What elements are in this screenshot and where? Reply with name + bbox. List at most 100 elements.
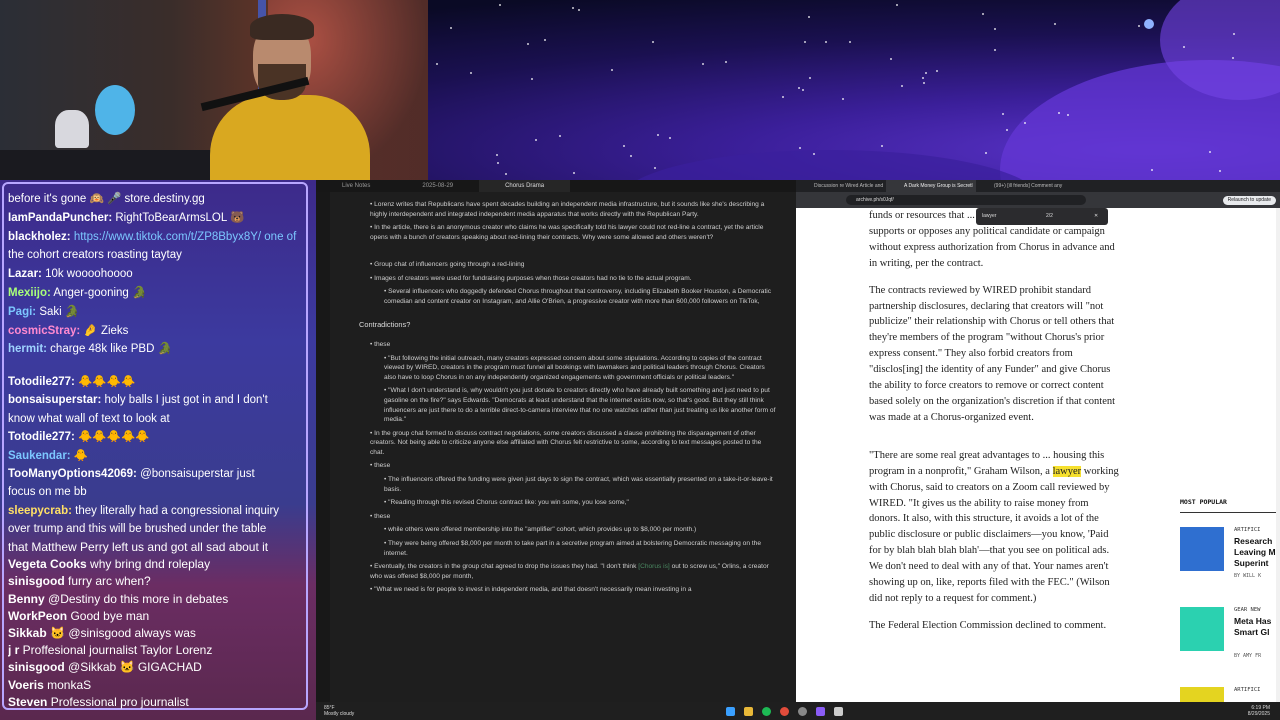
chat-text: Professional pro journalist — [47, 694, 189, 709]
app-icon[interactable] — [834, 707, 843, 716]
chat-message: WorkPeon Good bye man — [8, 607, 310, 625]
note-bullet — [356, 246, 776, 256]
chat-username[interactable]: Voeris — [8, 678, 44, 692]
star-dot — [559, 135, 562, 138]
chat-username[interactable]: sinisgood — [8, 574, 65, 588]
chat-username[interactable]: bonsaisuperstar: — [8, 394, 101, 406]
popular-item[interactable]: ARTIFICI — [1180, 683, 1280, 702]
popular-title: Meta Has Smart Gl — [1234, 616, 1272, 637]
chat-username[interactable]: Totodile277: — [8, 431, 75, 443]
tab-chorus-drama[interactable]: Chorus Drama — [479, 180, 571, 192]
obs-icon[interactable] — [798, 707, 807, 716]
chat-text: holy balls I just got in and I don't — [101, 394, 268, 407]
chat-message: sinisgood @Sikkab 🐱 GIGACHAD — [8, 658, 310, 676]
browser-window: Discussion re Wired Article and A Dark M… — [796, 180, 1280, 702]
note-bullet: • while others were offered membership i… — [384, 526, 697, 534]
chat-username[interactable]: TooManyOptions42069: — [8, 468, 137, 480]
address-bar[interactable]: archive.ph/s0Jqf/ — [846, 195, 1086, 205]
tab-live-notes[interactable]: Live Notes — [316, 180, 396, 192]
browser-tab-active[interactable]: A Dark Money Group is Secretl — [886, 180, 976, 192]
chat-username[interactable]: sleepycrab: — [8, 505, 72, 517]
scrollbar[interactable] — [1276, 208, 1280, 702]
chat-message: Vegeta Cooks why bring dnd roleplay — [8, 555, 310, 573]
popular-category: ARTIFICI — [1234, 527, 1261, 533]
star-dot — [1218, 169, 1221, 172]
chat-text: Good bye man — [67, 608, 150, 623]
chat-username[interactable]: j r — [8, 643, 19, 657]
note-bullet: • Several influencers who doggedly defen… — [384, 288, 772, 305]
chat-username[interactable]: Benny — [8, 592, 45, 606]
browser-tab[interactable]: (99+) [ill friends] Comment any — [976, 180, 1066, 192]
chat-username[interactable]: cosmicStray: — [8, 325, 80, 337]
clock-date: 8/29/2025 — [1247, 711, 1270, 717]
chat-username[interactable]: Steven — [8, 695, 47, 709]
star-dot — [498, 3, 501, 6]
chat-text: @bonsaisuperstar just — [136, 468, 255, 480]
note-heading: Contradictions? — [359, 320, 411, 330]
article-paragraph: The contracts reviewed by WIRED prohibit… — [869, 284, 1116, 423]
find-input[interactable]: lawyer — [982, 213, 996, 219]
note-bullet: • these — [370, 340, 391, 348]
find-count: 2/2 — [1046, 213, 1053, 219]
chat-username[interactable]: WorkPeon — [8, 609, 67, 623]
popular-item[interactable]: ARTIFICI Research Leaving M Superint BY WI… — [1180, 523, 1280, 593]
note-bullet: • "But following the initial outreach, m… — [384, 354, 765, 381]
close-icon[interactable]: ✕ — [1094, 208, 1098, 225]
star-dot — [701, 62, 704, 65]
relaunch-button[interactable]: Relaunch to update — [1222, 195, 1276, 205]
chat-username[interactable]: Pagi: — [8, 306, 36, 318]
tab-date-note[interactable]: 2025-08-29 — [396, 180, 479, 192]
system-clock[interactable]: 6:19 PM 8/29/2025 — [1248, 705, 1270, 717]
chat-message: TooManyOptions42069: @bonsaisuperstar ju… — [8, 465, 310, 483]
star-dot — [936, 70, 939, 73]
star-dot — [1138, 25, 1141, 28]
chat-username[interactable]: blackholez: — [8, 231, 71, 243]
weather-widget[interactable]: 85°F Mostly cloudy — [324, 705, 354, 717]
chat-text: before it's gone 🙉 🎤 store.destiny.gg — [8, 193, 205, 205]
note-bullet: • these — [370, 512, 391, 520]
chat-username[interactable]: Vegeta Cooks — [8, 557, 87, 571]
note-bullet: • They were being offered $8,000 per mon… — [384, 540, 762, 557]
chat-username[interactable]: Mexiijo: — [8, 287, 51, 299]
star-dot — [495, 153, 498, 156]
chat-username[interactable]: hermit: — [8, 343, 47, 355]
chat-message: Benny @Destiny do this more in debates — [8, 590, 310, 608]
note-content[interactable]: • Lorenz writes that Republicans have sp… — [356, 200, 776, 599]
chat-message: Mexiijo: Anger-gooning 🐊 — [8, 284, 310, 302]
chat-text: 🐥 — [70, 449, 89, 462]
chat-username[interactable]: sinisgood — [8, 660, 65, 674]
windows-start-icon[interactable] — [726, 707, 735, 716]
chat-text: 🐥🐥🐥🐥 — [74, 376, 136, 388]
star-dot — [813, 152, 816, 155]
browser-tab[interactable]: Discussion re Wired Article and — [796, 180, 886, 192]
star-dot — [1208, 150, 1211, 153]
note-bullet: • The influencers offered the funding we… — [384, 476, 773, 493]
star-dot — [725, 61, 728, 64]
note-bullet: • Lorenz writes that Republicans have sp… — [370, 201, 765, 218]
obsidian-icon[interactable] — [816, 707, 825, 716]
chat-text: furry arc when? — [64, 574, 151, 589]
star-dot — [889, 57, 892, 60]
star-dot — [623, 145, 626, 148]
chat-username[interactable]: Sikkab — [8, 626, 47, 640]
chat-text[interactable]: https://www.tiktok.com/t/ZP8Bbyx8Y/ one … — [71, 231, 296, 243]
star-dot — [841, 98, 844, 101]
chrome-icon[interactable] — [780, 707, 789, 716]
find-bar[interactable]: lawyer 2/2 ✕ — [976, 208, 1108, 225]
note-bullet: • Group chat of influencers going throug… — [370, 260, 525, 268]
star-dot — [654, 167, 657, 170]
file-explorer-icon[interactable] — [744, 707, 753, 716]
spotify-icon[interactable] — [762, 707, 771, 716]
chat-username[interactable]: Lazar: — [8, 268, 42, 280]
note-link[interactable]: [Chorus is] — [638, 563, 670, 570]
chat-text: why bring dnd roleplay — [86, 557, 211, 572]
popular-item[interactable]: GEAR NEW Meta Has Smart Gl BY AMY FR — [1180, 603, 1280, 673]
chat-username[interactable]: Saukendar: — [8, 450, 71, 462]
chat-message: bonsaisuperstar: holy balls I just got i… — [8, 391, 310, 409]
chat-message: know what wall of text to look at — [8, 410, 310, 428]
star-dot — [657, 134, 660, 137]
chat-username[interactable]: Totodile277: — [8, 376, 75, 388]
chat-username[interactable]: IamPandaPuncher: — [8, 212, 112, 224]
chat-message: Steven Professional pro journalist — [8, 693, 310, 711]
chat-message: that Matthew Perry left us and got all s… — [8, 538, 310, 556]
